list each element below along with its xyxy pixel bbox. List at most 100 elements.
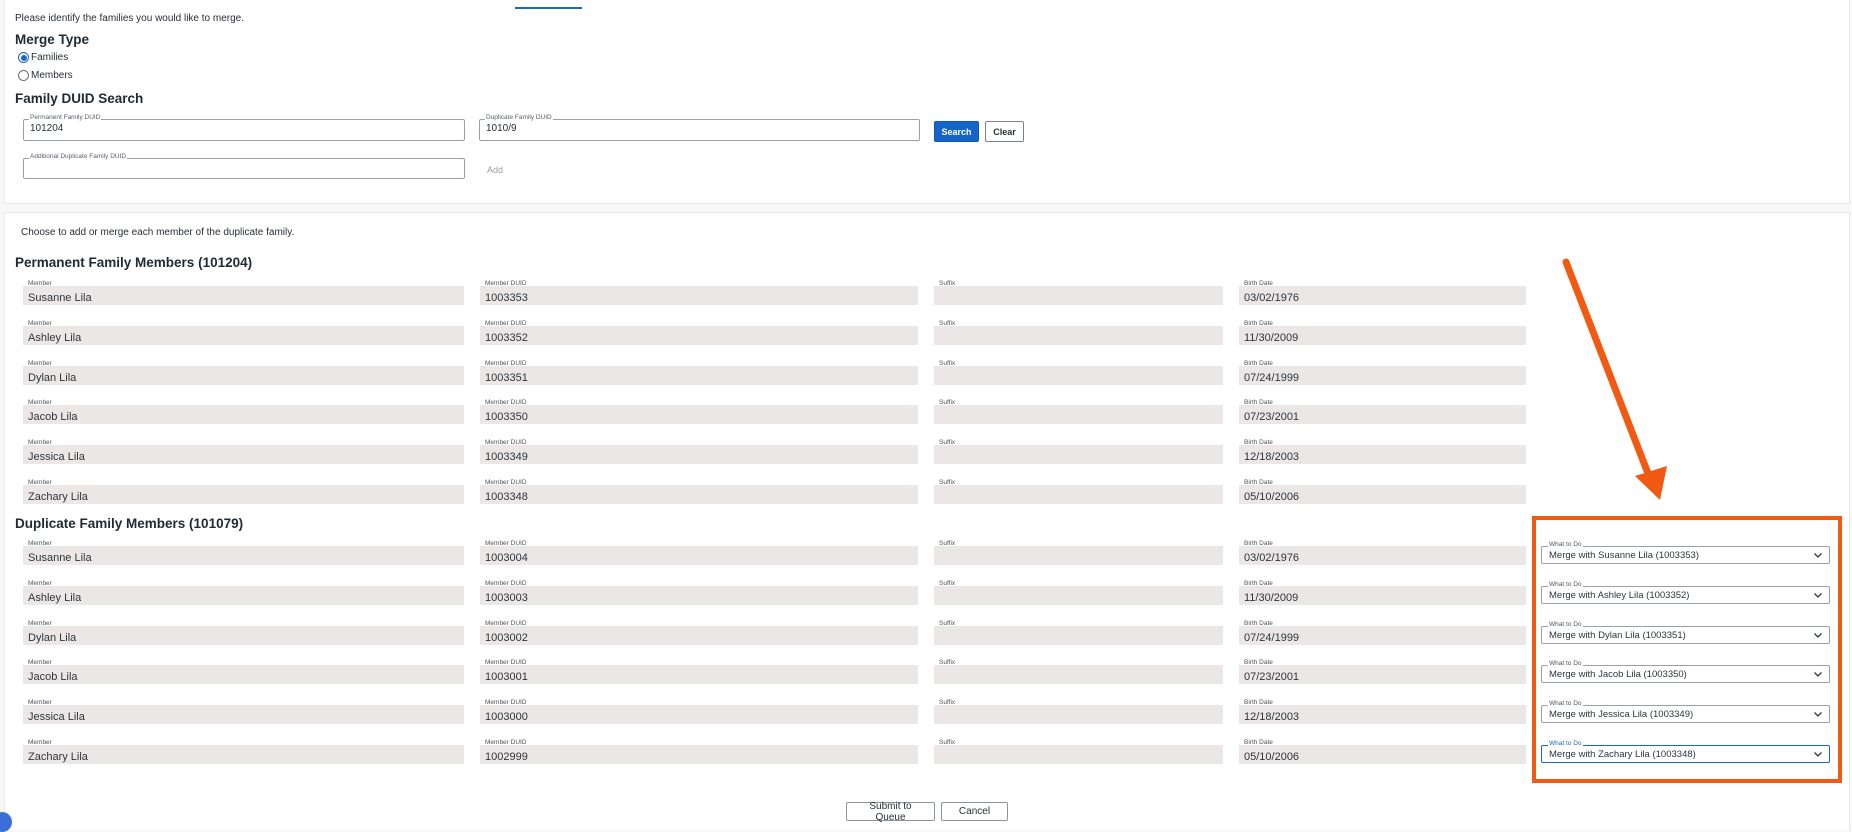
member-suffix: Suffix bbox=[934, 620, 1223, 645]
member-name-value: Zachary Lila bbox=[28, 751, 88, 763]
choose-instructions: Choose to add or merge each member of th… bbox=[21, 227, 295, 238]
clear-button[interactable]: Clear bbox=[985, 121, 1024, 142]
additional-duplicate-family-duid-input[interactable] bbox=[30, 162, 458, 173]
member-duid: Member DUID 1002999 bbox=[480, 739, 918, 764]
member-duid: Member DUID 1003000 bbox=[480, 699, 918, 724]
permanent-family-members-title: Permanent Family Members (101204) bbox=[15, 255, 253, 270]
member-duid-label: Member DUID bbox=[485, 659, 527, 666]
member-birth-date: Birth Date 03/02/1976 bbox=[1239, 540, 1526, 565]
member-duid-label: Member DUID bbox=[485, 280, 527, 287]
member-name-value: Dylan Lila bbox=[28, 372, 77, 384]
duplicate-family-members-title: Duplicate Family Members (101079) bbox=[15, 516, 244, 531]
member-name-label: Member bbox=[28, 280, 52, 287]
member-name: Member Ashley Lila bbox=[23, 320, 464, 345]
add-duid-link[interactable]: Add bbox=[487, 165, 503, 175]
member-birth-date-value: 07/24/1999 bbox=[1244, 372, 1300, 384]
member-name: Member Susanne Lila bbox=[23, 280, 464, 305]
member-birth-date: Birth Date 12/18/2003 bbox=[1239, 439, 1526, 464]
duplicate-family-duid-input[interactable] bbox=[486, 123, 913, 134]
member-duid-label: Member DUID bbox=[485, 479, 527, 486]
member-birth-date: Birth Date 07/23/2001 bbox=[1239, 399, 1526, 424]
member-name: Member Jessica Lila bbox=[23, 439, 464, 464]
member-name: Member Ashley Lila bbox=[23, 580, 464, 605]
arrow-down-icon bbox=[1562, 258, 1667, 500]
merge-type-title: Merge Type bbox=[15, 32, 90, 47]
member-name-label: Member bbox=[28, 699, 52, 706]
member-birth-date-label: Birth Date bbox=[1244, 540, 1273, 547]
member-suffix: Suffix bbox=[934, 699, 1223, 724]
submit-to-queue-button[interactable]: Submit to Queue bbox=[846, 801, 935, 823]
cancel-button[interactable]: Cancel bbox=[941, 802, 1008, 821]
member-birth-date: Birth Date 03/02/1976 bbox=[1239, 280, 1526, 305]
member-birth-date-value: 12/18/2003 bbox=[1244, 711, 1300, 723]
member-suffix-label: Suffix bbox=[939, 739, 956, 746]
member-name-label: Member bbox=[28, 399, 52, 406]
member-name-value: Zachary Lila bbox=[28, 491, 88, 503]
member-suffix: Suffix bbox=[934, 659, 1223, 684]
member-birth-date-value: 11/30/2009 bbox=[1244, 332, 1299, 344]
duplicate-family-duid-field[interactable]: Duplicate Family DUID bbox=[479, 114, 920, 141]
member-duid: Member DUID 1003003 bbox=[480, 580, 918, 605]
member-suffix-label: Suffix bbox=[939, 280, 956, 287]
member-duid: Member DUID 1003351 bbox=[480, 360, 918, 385]
member-birth-date-value: 03/02/1976 bbox=[1244, 292, 1300, 304]
member-duid-label: Member DUID bbox=[485, 580, 527, 587]
merge-type-families-option[interactable]: Families bbox=[18, 52, 68, 63]
member-name-label: Member bbox=[28, 320, 52, 327]
member-birth-date: Birth Date 07/24/1999 bbox=[1239, 620, 1526, 645]
permanent-family-duid-field[interactable]: Permanent Family DUID bbox=[23, 114, 465, 141]
member-birth-date-label: Birth Date bbox=[1244, 399, 1273, 406]
radio-families[interactable] bbox=[18, 52, 29, 63]
member-birth-date-label: Birth Date bbox=[1244, 360, 1273, 367]
member-name: Member Jacob Lila bbox=[23, 399, 464, 424]
member-name-value: Jacob Lila bbox=[28, 411, 78, 423]
member-suffix-label: Suffix bbox=[939, 439, 956, 446]
additional-duplicate-family-duid-field[interactable]: Additional Duplicate Family DUID bbox=[23, 153, 465, 179]
member-duid-value: 1003004 bbox=[485, 552, 528, 564]
member-birth-date: Birth Date 11/30/2009 bbox=[1239, 580, 1526, 605]
search-button[interactable]: Search bbox=[934, 121, 979, 142]
member-duid-value: 1003003 bbox=[485, 592, 528, 604]
member-name-label: Member bbox=[28, 580, 52, 587]
member-name-value: Susanne Lila bbox=[28, 552, 92, 564]
member-name-label: Member bbox=[28, 540, 52, 547]
member-duid-value: 1003352 bbox=[485, 332, 528, 344]
member-suffix: Suffix bbox=[934, 479, 1223, 504]
member-suffix: Suffix bbox=[934, 580, 1223, 605]
member-birth-date-value: 12/18/2003 bbox=[1244, 451, 1300, 463]
member-duid-value: 1003351 bbox=[485, 372, 528, 384]
member-suffix-label: Suffix bbox=[939, 360, 956, 367]
member-duid-label: Member DUID bbox=[485, 320, 527, 327]
member-birth-date-label: Birth Date bbox=[1244, 280, 1273, 287]
member-suffix: Suffix bbox=[934, 320, 1223, 345]
member-name: Member Zachary Lila bbox=[23, 479, 464, 504]
member-duid: Member DUID 1003349 bbox=[480, 439, 918, 464]
member-name: Member Jacob Lila bbox=[23, 659, 464, 684]
permanent-family-duid-input[interactable] bbox=[30, 123, 458, 134]
member-name-value: Jessica Lila bbox=[28, 711, 85, 723]
member-birth-date-value: 05/10/2006 bbox=[1244, 491, 1300, 503]
member-name: Member Dylan Lila bbox=[23, 360, 464, 385]
member-birth-date-label: Birth Date bbox=[1244, 479, 1273, 486]
member-name: Member Zachary Lila bbox=[23, 739, 464, 764]
member-birth-date: Birth Date 05/10/2006 bbox=[1239, 479, 1526, 504]
member-duid-label: Member DUID bbox=[485, 360, 527, 367]
radio-members[interactable] bbox=[18, 70, 29, 81]
member-duid: Member DUID 1003348 bbox=[480, 479, 918, 504]
member-name-value: Ashley Lila bbox=[28, 332, 82, 344]
member-name: Member Susanne Lila bbox=[23, 540, 464, 565]
member-duid-value: 1003353 bbox=[485, 292, 528, 304]
permanent-family-duid-label: Permanent Family DUID bbox=[29, 114, 102, 122]
member-duid-label: Member DUID bbox=[485, 620, 527, 627]
member-duid-label: Member DUID bbox=[485, 739, 527, 746]
active-tab-indicator bbox=[515, 7, 582, 9]
member-duid-label: Member DUID bbox=[485, 699, 527, 706]
member-suffix-label: Suffix bbox=[939, 659, 956, 666]
member-birth-date: Birth Date 07/23/2001 bbox=[1239, 659, 1526, 684]
member-duid-value: 1003348 bbox=[485, 491, 528, 503]
member-duid-value: 1003001 bbox=[485, 671, 528, 683]
member-birth-date-label: Birth Date bbox=[1244, 739, 1273, 746]
member-birth-date-value: 07/23/2001 bbox=[1244, 411, 1300, 423]
merge-type-members-option[interactable]: Members bbox=[18, 70, 73, 81]
radio-families-label: Families bbox=[31, 52, 69, 63]
